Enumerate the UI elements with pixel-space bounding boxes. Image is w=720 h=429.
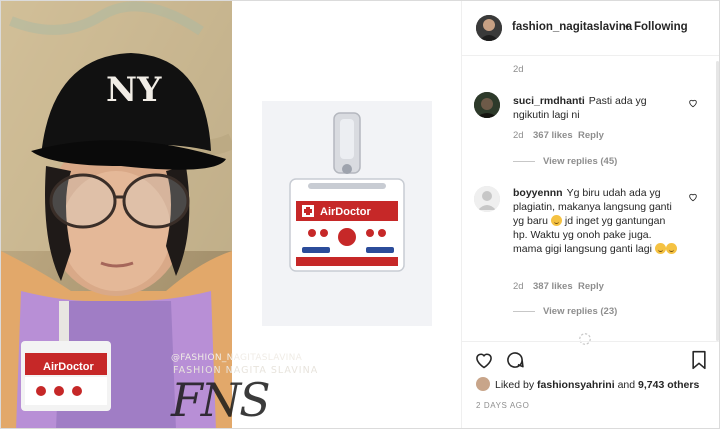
svg-text:NY: NY [106,70,162,110]
post-actions [462,341,719,378]
laughing-emoji-icon [665,243,677,254]
lanyard-text: AirDoctor [43,361,94,373]
comment-age: 2d [513,130,524,141]
separator-dot: • [625,21,629,33]
comments-list[interactable]: 2d suci_rmdhanti Pasti ada yg ngikutin la… [462,56,719,346]
bookmark-icon[interactable] [690,350,708,370]
badge-photo-bg: AirDoctor [262,101,432,326]
comments-scrollbar[interactable] [716,61,719,341]
reply-button[interactable]: Reply [578,281,604,292]
watermark-handle: @FASHION_NAGITASLAVINA [171,353,303,363]
view-replies-line [513,160,535,162]
view-replies-label: View replies (45) [543,156,618,167]
watermark-monogram: FNS [171,373,271,427]
post-media[interactable]: NY AirDoctor AirDoctor @FASHION_NAGITASL… [1,1,461,428]
comment-body: suci_rmdhanti Pasti ada yg ngikutin lagi … [513,94,678,122]
post-dialog: NY AirDoctor AirDoctor @FASHION_NAGITASL… [0,0,720,429]
likes-count[interactable]: 9,743 others [638,379,699,391]
comment-like-icon[interactable] [688,192,698,202]
likes-summary: Liked by fashionsyahrini and 9,743 other… [476,377,699,391]
author-avatar[interactable] [476,15,502,41]
view-replies-line [513,310,535,312]
comment-age: 2d [513,281,524,292]
commenter-avatar[interactable] [474,186,500,212]
post-header: fashion_nagitaslavina • Following [462,1,719,56]
liked-by-label: Liked by [495,379,535,391]
laughing-emoji-icon [550,215,562,226]
liker-avatar[interactable] [476,377,490,391]
reply-button[interactable]: Reply [578,130,604,141]
post-timestamp: 2 DAYS AGO [476,401,530,410]
comment-username[interactable]: suci_rmdhanti [513,95,585,107]
view-replies-button[interactable]: View replies (45) [513,156,617,167]
comment-icon[interactable] [505,350,525,370]
author-username[interactable]: fashion_nagitaslavina [512,21,632,33]
post-sidebar: fashion_nagitaslavina • Following 2d suc… [461,1,719,428]
following-button[interactable]: Following [634,21,688,33]
comment-like-icon[interactable] [688,98,698,108]
heart-icon[interactable] [474,350,494,370]
likes-and-label: and [617,379,636,391]
comment-username[interactable]: boyyennn [513,187,563,199]
liker-username[interactable]: fashionsyahrini [537,379,615,391]
badge-text: AirDoctor [320,206,371,218]
view-replies-button[interactable]: View replies (23) [513,306,617,317]
caption-age: 2d [513,64,524,75]
laughing-emoji-icon [654,243,666,254]
comment-likes[interactable]: 387 likes [533,281,573,292]
comment-body: boyyennn Yg biru udah ada yg plagiatin, m… [513,186,681,256]
comment-likes[interactable]: 367 likes [533,130,573,141]
commenter-avatar[interactable] [474,92,500,118]
view-replies-label: View replies (23) [543,306,618,317]
